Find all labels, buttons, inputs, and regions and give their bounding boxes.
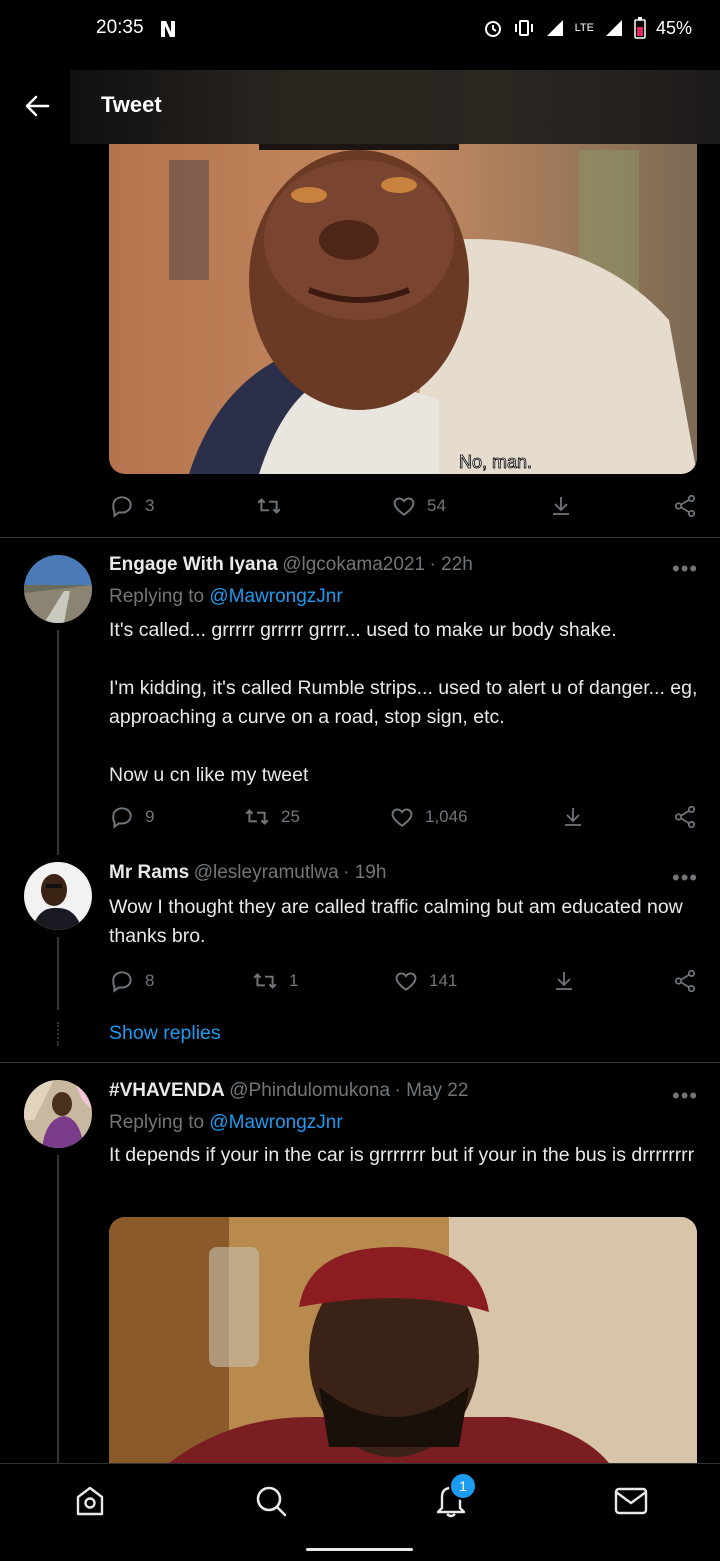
replying-to-label: Replying to <box>109 586 205 607</box>
display-name[interactable]: Mr Rams <box>109 862 189 883</box>
reply-count: 8 <box>145 971 155 990</box>
retweet-button[interactable]: 1 <box>251 968 298 994</box>
reply-button[interactable]: 8 <box>109 968 154 994</box>
home-icon[interactable] <box>74 1484 106 1518</box>
media-caption: No, man. <box>459 452 532 472</box>
reply-count: 3 <box>145 496 155 515</box>
more-options-icon[interactable]: ••• <box>672 865 698 891</box>
tweet-text: Wow I thought they are called traffic ca… <box>109 896 689 947</box>
like-count: 1,046 <box>425 807 468 826</box>
tweet-header: #VHAVENDA @Phindulomukona · May 22 <box>109 1080 468 1102</box>
share-icon <box>672 968 698 994</box>
netflix-notification-icon <box>158 19 178 39</box>
tweet-time: · 22h <box>429 554 473 575</box>
reply-button[interactable]: 9 <box>109 804 154 830</box>
divider <box>0 1062 720 1063</box>
reply-button[interactable]: 3 <box>109 493 154 519</box>
alarm-icon <box>483 18 503 38</box>
retweet-count: 25 <box>281 807 300 826</box>
download-button[interactable] <box>552 968 576 994</box>
user-handle[interactable]: @Phindulomukona <box>229 1080 390 1101</box>
share-button[interactable] <box>672 804 698 830</box>
messages-icon[interactable] <box>614 1486 648 1516</box>
thread-line <box>57 1155 59 1463</box>
reply-icon <box>109 804 135 830</box>
tweet-media-image[interactable] <box>109 1217 697 1463</box>
more-options-icon[interactable]: ••• <box>672 556 698 582</box>
search-icon[interactable] <box>254 1484 288 1518</box>
tweet-media-image[interactable]: No, man. <box>109 120 697 474</box>
back-arrow-icon[interactable] <box>24 94 50 118</box>
battery-icon <box>634 17 646 39</box>
thread-line <box>57 630 59 855</box>
status-bar: 20:35 LTE 45% <box>0 0 720 60</box>
retweet-icon <box>255 493 283 519</box>
download-button[interactable] <box>561 804 585 830</box>
like-button[interactable]: 54 <box>391 493 446 519</box>
reply-icon <box>109 968 135 994</box>
like-count: 141 <box>429 971 458 990</box>
share-button[interactable] <box>672 968 698 994</box>
user-handle[interactable]: @lesleyramutlwa <box>194 862 339 883</box>
reply-count: 9 <box>145 807 155 826</box>
heart-icon <box>391 493 417 519</box>
notification-badge: 1 <box>449 1472 477 1500</box>
tweet-time: · 19h <box>343 862 387 883</box>
top-header: Tweet <box>0 70 720 144</box>
share-button[interactable] <box>672 493 698 519</box>
download-icon <box>549 493 573 519</box>
share-download-button[interactable] <box>549 493 573 519</box>
gesture-bar <box>306 1548 413 1551</box>
more-options-icon[interactable]: ••• <box>672 1083 698 1109</box>
avatar[interactable] <box>24 555 92 623</box>
thread-line <box>57 937 59 1010</box>
retweet-button[interactable]: 25 <box>243 804 300 830</box>
share-icon <box>672 493 698 519</box>
display-name[interactable]: #VHAVENDA <box>109 1080 225 1101</box>
heart-icon <box>393 968 419 994</box>
heart-icon <box>389 804 415 830</box>
retweet-icon <box>243 804 271 830</box>
divider <box>0 537 720 538</box>
user-handle[interactable]: @lgcokama2021 <box>282 554 425 575</box>
tweet-header: Engage With Iyana @lgcokama2021 · 22h <box>109 554 473 576</box>
network-type: LTE <box>574 22 594 34</box>
replying-to: Replying to @MawrongzJnr <box>109 586 343 608</box>
like-button[interactable]: 1,046 <box>389 804 468 830</box>
thread-dotted-line <box>57 1022 59 1046</box>
signal-icon-2 <box>604 18 624 38</box>
share-icon <box>672 804 698 830</box>
battery-percent: 45% <box>655 17 692 38</box>
tweet-text: It's called... grrrrr grrrrr grrrr... us… <box>109 619 698 786</box>
bottom-navigation: 1 <box>0 1463 720 1561</box>
retweet-count: 1 <box>289 971 299 990</box>
replying-to: Replying to @MawrongzJnr <box>109 1112 343 1134</box>
status-icons: LTE 45% <box>483 17 692 39</box>
show-replies-link[interactable]: Show replies <box>109 1022 221 1045</box>
reply-icon <box>109 493 135 519</box>
display-name[interactable]: Engage With Iyana <box>109 554 278 575</box>
page-title: Tweet <box>101 92 162 117</box>
download-icon <box>561 804 585 830</box>
retweet-icon <box>251 968 279 994</box>
avatar[interactable] <box>24 1080 92 1148</box>
tweet-time: · May 22 <box>394 1080 469 1101</box>
tweet-header: Mr Rams @lesleyramutlwa · 19h <box>109 862 386 884</box>
like-count: 54 <box>427 496 446 515</box>
like-button[interactable]: 141 <box>393 968 457 994</box>
download-icon <box>552 968 576 994</box>
retweet-button[interactable] <box>255 493 283 519</box>
vibrate-icon <box>513 18 535 38</box>
status-time: 20:35 <box>96 17 144 38</box>
tweet-text: It depends if your in the car is grrrrrr… <box>109 1144 695 1166</box>
replying-to-handle[interactable]: @MawrongzJnr <box>209 1112 342 1133</box>
header-blur-backdrop <box>70 70 720 144</box>
signal-icon <box>545 18 565 38</box>
replying-to-label: Replying to <box>109 1112 205 1133</box>
avatar[interactable] <box>24 862 92 930</box>
replying-to-handle[interactable]: @MawrongzJnr <box>209 586 342 607</box>
